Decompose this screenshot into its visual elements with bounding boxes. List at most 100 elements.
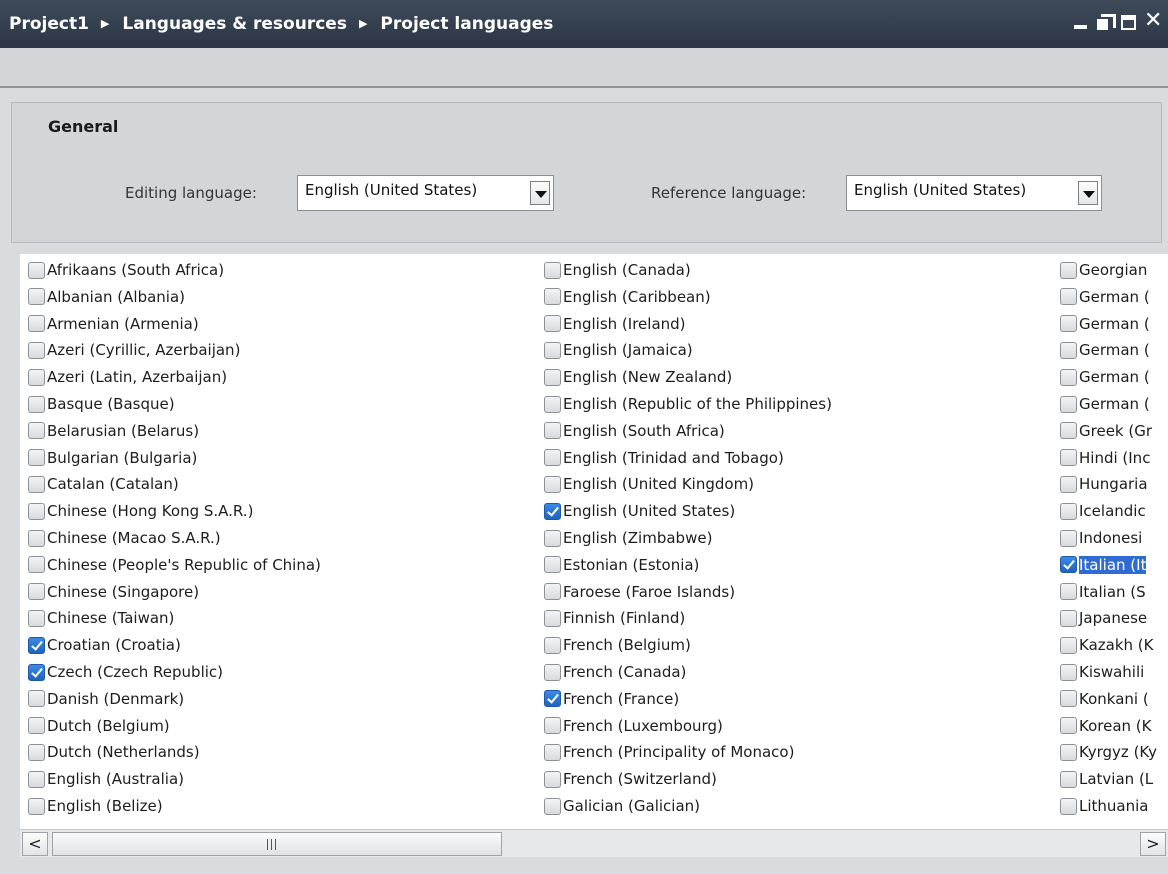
- language-checkbox[interactable]: [544, 475, 561, 493]
- restore-icon[interactable]: [1096, 12, 1116, 32]
- language-checkbox[interactable]: [544, 556, 561, 574]
- language-checkbox[interactable]: [28, 341, 45, 359]
- language-item[interactable]: Kiswahili: [1060, 659, 1144, 685]
- language-item[interactable]: German (: [1060, 284, 1150, 310]
- language-item[interactable]: English (Trinidad and Tobago): [544, 445, 784, 471]
- language-checkbox[interactable]: [28, 315, 45, 333]
- language-item[interactable]: Italian (S: [1060, 579, 1146, 605]
- language-item[interactable]: Chinese (Taiwan): [28, 605, 174, 631]
- language-checkbox[interactable]: [28, 395, 45, 413]
- language-checkbox[interactable]: [1060, 556, 1077, 574]
- language-checkbox[interactable]: [28, 770, 45, 788]
- language-checkbox[interactable]: [28, 556, 45, 574]
- language-checkbox[interactable]: [544, 422, 561, 440]
- language-item[interactable]: English (Ireland): [544, 311, 686, 337]
- chevron-left-icon[interactable]: <: [22, 832, 48, 856]
- language-item[interactable]: Azeri (Cyrillic, Azerbaijan): [28, 337, 240, 363]
- language-item[interactable]: Chinese (Singapore): [28, 579, 199, 605]
- language-checkbox[interactable]: [544, 743, 561, 761]
- language-checkbox[interactable]: [1060, 422, 1077, 440]
- language-checkbox[interactable]: [1060, 288, 1077, 306]
- language-item[interactable]: Georgian: [1060, 257, 1147, 283]
- language-item[interactable]: Galician (Galician): [544, 793, 700, 819]
- language-checkbox[interactable]: [544, 636, 561, 654]
- language-checkbox[interactable]: [544, 261, 561, 279]
- maximize-icon[interactable]: [1120, 12, 1138, 32]
- language-item[interactable]: Afrikaans (South Africa): [28, 257, 224, 283]
- language-checkbox[interactable]: [1060, 583, 1077, 601]
- horizontal-scrollbar[interactable]: < >: [20, 829, 1168, 857]
- language-checkbox[interactable]: [28, 475, 45, 493]
- language-checkbox[interactable]: [28, 690, 45, 708]
- language-checkbox[interactable]: [28, 529, 45, 547]
- language-checkbox[interactable]: [544, 663, 561, 681]
- language-item[interactable]: Indonesi: [1060, 525, 1142, 551]
- language-item[interactable]: English (United States): [544, 498, 735, 524]
- language-checkbox[interactable]: [544, 797, 561, 815]
- language-item[interactable]: French (Belgium): [544, 632, 691, 658]
- language-checkbox[interactable]: [28, 609, 45, 627]
- language-checkbox[interactable]: [1060, 368, 1077, 386]
- language-checkbox[interactable]: [1060, 717, 1077, 735]
- language-checkbox[interactable]: [1060, 475, 1077, 493]
- reference-language-select[interactable]: English (United States): [846, 175, 1102, 211]
- language-checkbox[interactable]: [544, 449, 561, 467]
- language-checkbox[interactable]: [28, 288, 45, 306]
- language-item[interactable]: Kyrgyz (Ky: [1060, 739, 1157, 765]
- scrollbar-thumb[interactable]: [52, 832, 502, 856]
- language-checkbox[interactable]: [1060, 609, 1077, 627]
- language-item[interactable]: French (Luxembourg): [544, 713, 723, 739]
- language-item[interactable]: French (Canada): [544, 659, 686, 685]
- language-checkbox[interactable]: [1060, 797, 1077, 815]
- language-item[interactable]: Czech (Czech Republic): [28, 659, 223, 685]
- language-checkbox[interactable]: [28, 449, 45, 467]
- language-checkbox[interactable]: [1060, 690, 1077, 708]
- language-checkbox[interactable]: [1060, 502, 1077, 520]
- language-item[interactable]: Basque (Basque): [28, 391, 175, 417]
- language-item[interactable]: Catalan (Catalan): [28, 471, 179, 497]
- language-item[interactable]: Japanese: [1060, 605, 1147, 631]
- language-item[interactable]: Korean (K: [1060, 713, 1152, 739]
- language-checkbox[interactable]: [1060, 341, 1077, 359]
- language-item[interactable]: English (South Africa): [544, 418, 725, 444]
- language-checkbox[interactable]: [544, 529, 561, 547]
- language-item[interactable]: German (: [1060, 311, 1150, 337]
- language-item[interactable]: English (Jamaica): [544, 337, 693, 363]
- language-checkbox[interactable]: [544, 341, 561, 359]
- language-item[interactable]: Italian (It: [1060, 552, 1147, 578]
- minimize-icon[interactable]: [1072, 12, 1090, 32]
- language-item[interactable]: Azeri (Latin, Azerbaijan): [28, 364, 227, 390]
- language-checkbox[interactable]: [1060, 770, 1077, 788]
- editing-language-select[interactable]: English (United States): [297, 175, 554, 211]
- language-checkbox[interactable]: [1060, 315, 1077, 333]
- language-checkbox[interactable]: [28, 743, 45, 761]
- language-item[interactable]: Kazakh (K: [1060, 632, 1153, 658]
- chevron-right-icon[interactable]: >: [1140, 832, 1166, 856]
- language-item[interactable]: English (Canada): [544, 257, 691, 283]
- language-checkbox[interactable]: [28, 583, 45, 601]
- language-checkbox[interactable]: [544, 690, 561, 708]
- language-item[interactable]: English (Caribbean): [544, 284, 711, 310]
- language-checkbox[interactable]: [28, 502, 45, 520]
- language-item[interactable]: French (France): [544, 686, 679, 712]
- dropdown-arrow-icon[interactable]: [1078, 181, 1098, 205]
- language-checkbox[interactable]: [544, 717, 561, 735]
- language-checkbox[interactable]: [1060, 743, 1077, 761]
- language-checkbox[interactable]: [1060, 395, 1077, 413]
- language-checkbox[interactable]: [28, 261, 45, 279]
- language-checkbox[interactable]: [544, 609, 561, 627]
- language-item[interactable]: English (Republic of the Philippines): [544, 391, 832, 417]
- language-checkbox[interactable]: [544, 315, 561, 333]
- language-item[interactable]: French (Principality of Monaco): [544, 739, 794, 765]
- language-item[interactable]: English (Australia): [28, 766, 184, 792]
- language-item[interactable]: Croatian (Croatia): [28, 632, 181, 658]
- language-item[interactable]: Latvian (L: [1060, 766, 1153, 792]
- language-item[interactable]: Greek (Gr: [1060, 418, 1152, 444]
- language-checkbox[interactable]: [544, 368, 561, 386]
- language-item[interactable]: Chinese (Macao S.A.R.): [28, 525, 221, 551]
- language-item[interactable]: French (Switzerland): [544, 766, 717, 792]
- language-item[interactable]: Dutch (Belgium): [28, 713, 170, 739]
- language-item[interactable]: German (: [1060, 391, 1150, 417]
- language-item[interactable]: Belarusian (Belarus): [28, 418, 199, 444]
- language-item[interactable]: Faroese (Faroe Islands): [544, 579, 735, 605]
